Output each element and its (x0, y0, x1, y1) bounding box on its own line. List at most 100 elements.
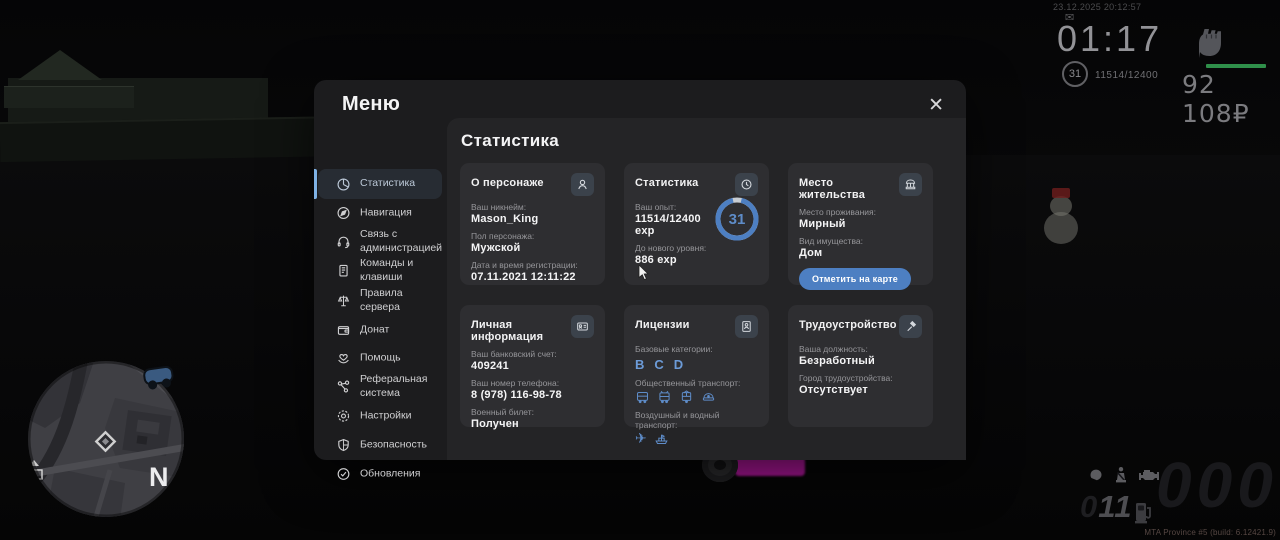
sidebar-item-label: Настройки (360, 409, 412, 422)
build-version-label: MTA Province #5 (build: 6.12421.9) (1144, 528, 1276, 537)
heart-icon (336, 351, 351, 366)
card-title: Статистика (635, 177, 699, 189)
field-label: Пол персонажа: (471, 231, 535, 241)
mouse-cursor (638, 264, 650, 287)
check-circle-icon (336, 467, 351, 482)
minimap: N (25, 358, 187, 525)
category-b: B (635, 357, 645, 372)
category-d: D (673, 357, 684, 372)
card-licenses: Лицензии Базовые категории: B C D Общест… (624, 305, 769, 446)
shield-icon (336, 438, 351, 453)
headset-icon (336, 235, 351, 250)
sidebar-item-help[interactable]: Помощь (318, 346, 442, 371)
taxi-cap-icon (702, 393, 715, 401)
snowman-head (1050, 196, 1072, 216)
game-screen: 23.12.2025 20:12:57 ✉ 01:17 31 11514/124… (0, 0, 1280, 540)
nickname-value: Mason_King (471, 213, 539, 225)
id-card-icon (571, 315, 594, 338)
air-water-licenses: ✈ (635, 432, 758, 446)
referral-icon (336, 380, 351, 395)
sidebar-item-donate[interactable]: Донат (318, 318, 442, 343)
phone-number-value: 8 (978) 116-98-78 (471, 389, 562, 401)
wallet-icon (336, 323, 351, 338)
hammer-icon (899, 315, 922, 338)
clock-icon (735, 173, 758, 196)
sidebar-item-settings[interactable]: Настройки (318, 404, 442, 429)
mark-on-map-button[interactable]: Отметить на карте (799, 268, 911, 290)
field-label: Воздушный и водный транспорт: (635, 410, 720, 430)
rooftop-structure (4, 86, 134, 108)
sidebar-item-label: Команды и клавиши (360, 257, 414, 283)
sidebar-item-label: Обновления (360, 467, 421, 480)
helmet-icon (1088, 467, 1104, 488)
military-id-value: Получен (471, 418, 519, 430)
field-label: Ваш номер телефона: (471, 378, 560, 388)
card-title: Трудоустройство (799, 319, 897, 331)
scales-icon (336, 294, 351, 309)
field-label: До нового уровня: (635, 243, 707, 253)
sidebar-item-label: Безопасность (360, 438, 427, 451)
fuel-pump-icon (1134, 500, 1154, 529)
hud-clock: 01:17 (1057, 18, 1163, 59)
snowman-body (1044, 212, 1078, 244)
sidebar-item-navigation[interactable]: Навигация (318, 201, 442, 226)
seatbelt-icon (1113, 466, 1129, 489)
card-character: О персонаже Ваш никнейм: Mason_King Пол … (460, 163, 605, 285)
menu-content: Статистика О персонаже Ваш никнейм: Maso… (447, 118, 966, 460)
field-label: Ваш никнейм: (471, 202, 527, 212)
registration-value: 07.11.2021 12:11:22 (471, 271, 576, 283)
exp-value: 11514/12400 exp (635, 213, 701, 237)
gender-value: Мужской (471, 242, 521, 254)
field-label: Ваша должность: (799, 344, 868, 354)
fist-icon (1192, 24, 1222, 65)
job-title-value: Безработный (799, 355, 875, 367)
card-residence: Место жительства Место проживания: Мирны… (788, 163, 933, 290)
hud-exp-fraction: 11514/12400 (1095, 70, 1159, 81)
field-label: Ваш банковский счет: (471, 349, 557, 359)
sidebar-item-label: Донат (360, 323, 390, 336)
close-icon[interactable]: ✕ (924, 92, 948, 119)
bank-account-value: 409241 (471, 360, 509, 372)
property-type-value: Дом (799, 247, 823, 259)
field-label: Общественный транспорт: (635, 378, 741, 388)
sidebar-item-referral[interactable]: Реферальная система (318, 368, 442, 406)
sidebar-item-label: Реферальная система (360, 373, 428, 399)
job-city-value: Отсутствует (799, 384, 868, 396)
hud-money: 92 108₽ (1182, 70, 1250, 128)
card-title: Место жительства (799, 177, 866, 201)
field-label: Вид имущества: (799, 236, 863, 246)
menu-sidebar: Статистика Навигация Связь с администрац… (314, 118, 447, 480)
sidebar-item-server-rules[interactable]: Правила сервера (318, 282, 442, 320)
commands-icon (336, 264, 351, 279)
sidebar-item-updates[interactable]: Обновления (318, 462, 442, 487)
gear-icon (336, 409, 351, 424)
fuel-leading-zero: 0 (1080, 489, 1099, 524)
category-c: C (654, 357, 664, 372)
field-label: Город трудоустройства: (799, 373, 893, 383)
field-label: Дата и время регистрации: (471, 260, 578, 270)
ship-icon (655, 434, 668, 444)
sidebar-item-statistics[interactable]: Статистика (318, 169, 442, 199)
person-icon (571, 173, 594, 196)
stats-cards-grid: О персонаже Ваш никнейм: Mason_King Пол … (460, 163, 966, 446)
pyramid-roof (18, 50, 102, 80)
license-categories: B C D (635, 357, 758, 372)
speedometer: 000 (1156, 449, 1278, 521)
money-bar (1206, 64, 1266, 68)
field-label: Базовые категории: (635, 344, 713, 354)
sidebar-item-label: Помощь (360, 351, 401, 364)
fuel-value: 11 (1098, 489, 1133, 524)
card-employment: Трудоустройство Ваша должность: Безработ… (788, 305, 933, 427)
active-item-indicator (314, 169, 317, 199)
compass-icon (336, 206, 351, 221)
sidebar-item-security[interactable]: Безопасность (318, 433, 442, 458)
fuel-counter: 011 (1080, 489, 1132, 525)
bank-icon (899, 173, 922, 196)
pie-chart-icon (336, 177, 351, 192)
license-doc-icon (735, 315, 758, 338)
page-title: Статистика (461, 131, 560, 150)
card-title: О персонаже (471, 177, 544, 189)
tram-icon (681, 390, 692, 404)
sidebar-item-label: Статистика (360, 177, 416, 190)
card-personal-info: Личная информация Ваш банковский счет: 4… (460, 305, 605, 430)
